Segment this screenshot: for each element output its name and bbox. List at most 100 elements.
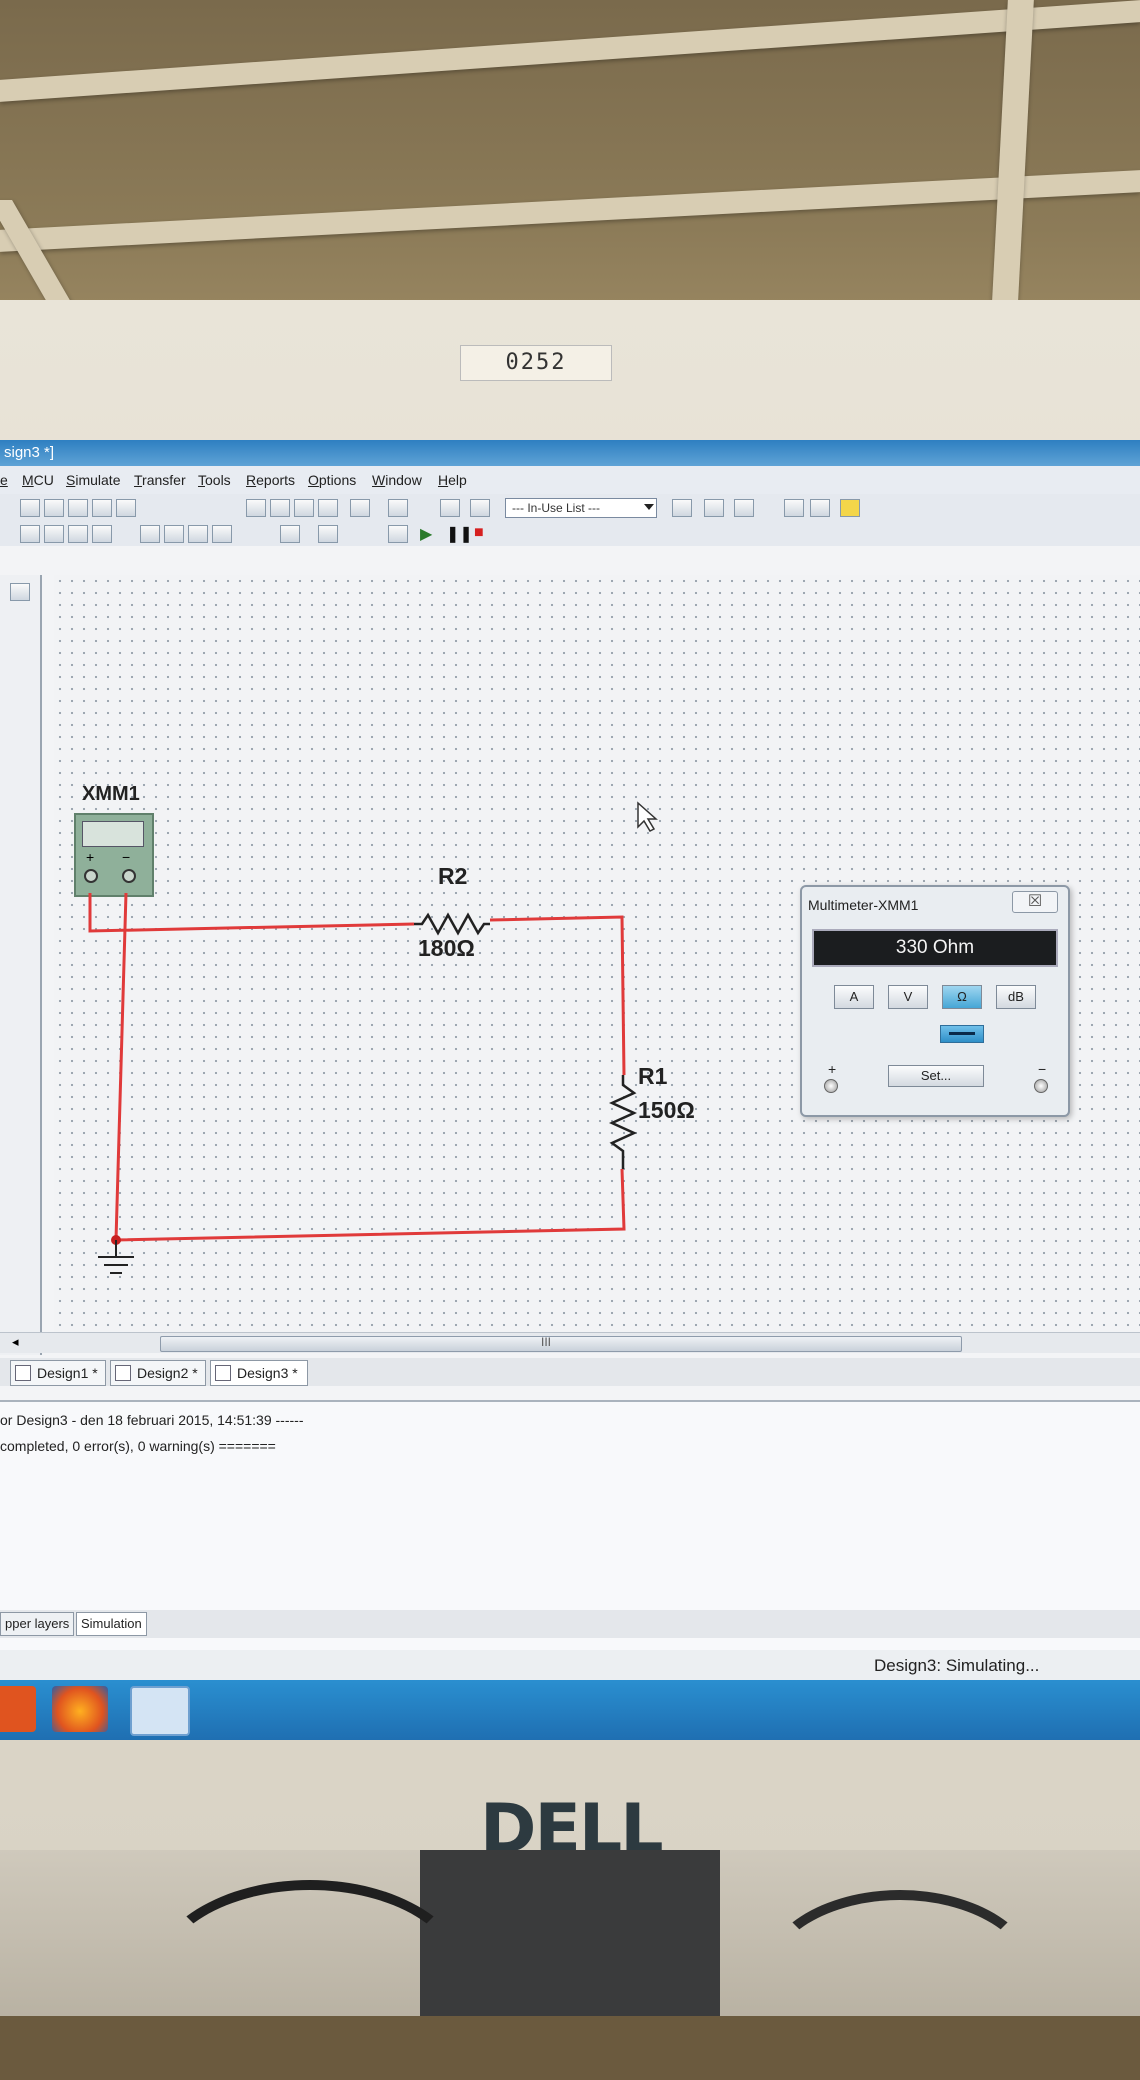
list-icon[interactable] — [388, 499, 408, 517]
search-icon[interactable] — [784, 499, 804, 517]
run-icon[interactable]: ▶ — [420, 524, 432, 544]
r1-value: 150Ω — [638, 1097, 695, 1123]
toolbox-icon[interactable] — [10, 583, 30, 601]
component-icon[interactable] — [440, 499, 460, 517]
tab-design3[interactable]: Design3 * — [210, 1360, 308, 1386]
horizontal-scrollbar[interactable]: ◂ III — [0, 1332, 1140, 1353]
r2-resistor-icon — [414, 912, 490, 936]
in-use-list-dropdown[interactable]: --- In-Use List --- — [505, 498, 657, 518]
multimeter-dialog[interactable]: Multimeter-XMM1 ☒ 330 Ohm A V Ω dB Set..… — [800, 885, 1070, 1117]
r2-label: R2 — [438, 863, 468, 889]
tab-design1-label: Design1 * — [37, 1365, 98, 1381]
menu-help[interactable]: Help — [438, 472, 467, 488]
multisim-icon[interactable] — [130, 1686, 190, 1736]
wizard-icon[interactable] — [470, 499, 490, 517]
firefox-icon[interactable] — [52, 1686, 108, 1732]
table-icon[interactable] — [270, 499, 290, 517]
cable-left — [150, 1880, 470, 2080]
scroll-left-icon[interactable]: ◂ — [12, 1334, 19, 1350]
in-use-list-value: --- In-Use List --- — [512, 501, 600, 515]
export-icon[interactable] — [734, 499, 754, 517]
ohmmeter-button[interactable]: Ω — [942, 985, 982, 1009]
window-title: sign3 *] — [4, 444, 55, 461]
positive-terminal-icon[interactable] — [824, 1079, 838, 1093]
wire-bottom — [114, 892, 626, 1242]
schematic-canvas[interactable]: XMM1 + − R2 180Ω R1 150Ω Multimeter-XMM1… — [54, 575, 1140, 1335]
ammeter-button[interactable]: A — [834, 985, 874, 1009]
tab-design2-label: Design2 * — [137, 1365, 198, 1381]
menu-transfer[interactable]: Transfer — [134, 472, 186, 488]
place-diode-icon[interactable] — [68, 525, 88, 543]
scrollbar-grip: III — [541, 1335, 552, 1349]
tab-design2[interactable]: Design2 * — [110, 1360, 206, 1386]
menu-reports[interactable]: Reports — [246, 472, 295, 488]
place-ttl-icon[interactable] — [164, 525, 184, 543]
tab-design1[interactable]: Design1 * — [10, 1360, 106, 1386]
tab-copper-layers[interactable]: pper layers — [0, 1612, 75, 1636]
voltmeter-button[interactable]: V — [888, 985, 928, 1009]
chart-icon[interactable] — [350, 499, 370, 517]
set-button[interactable]: Set... — [888, 1065, 984, 1087]
negative-terminal-icon[interactable] — [1034, 1079, 1048, 1093]
place-connector-icon[interactable] — [318, 525, 338, 543]
status-bar: Design3: Simulating... — [0, 1650, 1140, 1680]
tab-simulation[interactable]: Simulation — [76, 1612, 147, 1636]
schematic-icon — [115, 1365, 131, 1381]
place-cmos-icon[interactable] — [188, 525, 208, 543]
menu-mcu[interactable]: MCU — [22, 472, 54, 488]
multimeter-reading: 330 Ohm — [812, 929, 1058, 967]
place-transistor-icon[interactable] — [92, 525, 112, 543]
probe-icon[interactable] — [672, 499, 692, 517]
dc-mode-button[interactable] — [940, 1025, 984, 1043]
copy-icon[interactable] — [44, 499, 64, 517]
menu-simulate[interactable]: Simulate — [66, 472, 120, 488]
output-line-1: or Design3 - den 18 februari 2015, 14:51… — [0, 1412, 304, 1428]
wire-top-left — [88, 893, 415, 933]
menu-options[interactable]: Options — [308, 472, 356, 488]
schematic-icon — [215, 1365, 231, 1381]
database-icon[interactable] — [318, 499, 338, 517]
simulate-switch-icon[interactable] — [388, 525, 408, 543]
schematic-icon — [15, 1365, 31, 1381]
output-tabs: pper layers Simulation — [0, 1610, 1140, 1638]
place-basic-icon[interactable] — [44, 525, 64, 543]
grid-icon[interactable] — [246, 499, 266, 517]
toolbar-secondary: ▶ ❚❚ ■ — [0, 520, 1140, 546]
redo-icon[interactable] — [116, 499, 136, 517]
menu-file-partial[interactable]: e — [0, 472, 8, 488]
stop-icon[interactable]: ■ — [474, 524, 484, 542]
decibel-button[interactable]: dB — [996, 985, 1036, 1009]
windows-taskbar — [0, 1680, 1140, 1740]
asset-label: 0252 — [460, 345, 612, 381]
cut-icon[interactable] — [20, 499, 40, 517]
plus-sign: + — [828, 1061, 837, 1077]
tab-design3-label: Design3 * — [237, 1365, 298, 1381]
spreadsheet-icon[interactable] — [294, 499, 314, 517]
scrollbar-thumb[interactable]: III — [160, 1335, 962, 1352]
chevron-down-icon — [644, 504, 654, 510]
place-misc-icon[interactable] — [212, 525, 232, 543]
annotate-icon[interactable] — [704, 499, 724, 517]
undo-icon[interactable] — [92, 499, 112, 517]
multimeter-dialog-title: Multimeter-XMM1 — [808, 897, 919, 913]
screen: sign3 *] e MCU Simulate Transfer Tools R… — [0, 440, 1140, 1740]
help-icon[interactable] — [840, 499, 860, 517]
pause-icon[interactable]: ❚❚ — [446, 524, 473, 544]
minus-sign: − — [1038, 1061, 1047, 1077]
close-icon[interactable]: ☒ — [1012, 891, 1058, 913]
paste-icon[interactable] — [68, 499, 88, 517]
status-text: Design3: Simulating... — [874, 1656, 1040, 1675]
output-line-2: completed, 0 error(s), 0 warning(s) ====… — [0, 1438, 276, 1454]
place-analog-icon[interactable] — [140, 525, 160, 543]
wire-top-right — [489, 915, 626, 1076]
place-bus-icon[interactable] — [280, 525, 300, 543]
globe-icon[interactable] — [810, 499, 830, 517]
design-tabs: Design1 * Design2 * Design3 * — [0, 1358, 1140, 1386]
place-source-icon[interactable] — [20, 525, 40, 543]
menu-tools[interactable]: Tools — [198, 472, 231, 488]
mouse-cursor-icon — [637, 801, 658, 832]
toolbar-main: --- In-Use List --- — [0, 494, 1140, 520]
media-player-icon[interactable] — [0, 1686, 36, 1732]
menu-window[interactable]: Window — [372, 472, 422, 488]
r2-value: 180Ω — [418, 935, 475, 961]
